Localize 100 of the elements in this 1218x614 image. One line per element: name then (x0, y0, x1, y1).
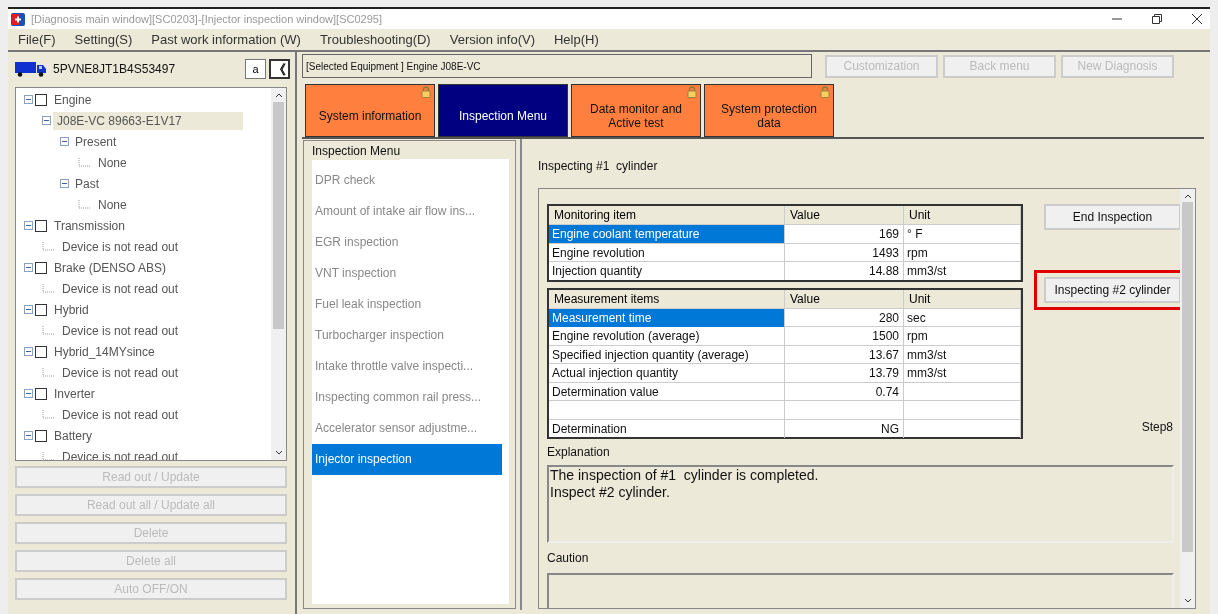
column-header: Value (785, 206, 904, 224)
tab[interactable]: System information (305, 84, 435, 137)
tree-item[interactable]: Inverter (50, 384, 99, 403)
table-cell: Actual injection quantity (549, 364, 785, 382)
menu-list-item[interactable]: Inspecting common rail press... (312, 382, 502, 413)
tree-item[interactable]: Past (71, 174, 103, 193)
tree-item[interactable]: None (94, 195, 131, 214)
table-cell: Determination value (549, 382, 785, 401)
menu-item[interactable]: Past work information (W) (151, 29, 301, 50)
truck-icon (15, 61, 47, 77)
checkbox[interactable] (35, 303, 47, 316)
table-cell: Determination (549, 419, 785, 438)
menu-list-item[interactable]: Injector inspection (312, 444, 502, 475)
collapse-icon[interactable] (24, 305, 33, 314)
column-header: Measurement items (549, 289, 785, 308)
table-cell: 14.88 (785, 262, 904, 280)
column-header: Value (785, 289, 904, 308)
restore-icon[interactable] (1152, 14, 1162, 24)
checkbox[interactable] (35, 345, 47, 358)
tree-connector-icon (42, 367, 56, 378)
inspection-button[interactable]: End Inspection (1044, 204, 1181, 230)
tree-item[interactable]: Device is not read out (58, 279, 183, 298)
collapse-icon[interactable] (24, 389, 33, 398)
tab[interactable]: System protection data (704, 84, 834, 137)
tab[interactable]: Data monitor and Active test (571, 84, 701, 137)
collapse-icon[interactable] (60, 179, 69, 188)
window-title: [Diagnosis main window][SC0203]-[Injector inspection window][SC0295] (31, 11, 382, 27)
scroll-up-icon[interactable] (274, 92, 283, 98)
column-header: Monitoring item (549, 206, 785, 224)
scroll-down-icon[interactable] (1183, 598, 1192, 604)
table-cell: Engine coolant temperature (549, 225, 785, 243)
tree-item[interactable]: Hybrid (50, 300, 93, 319)
tree-connector-icon (42, 283, 56, 294)
scroll-down-icon[interactable] (274, 450, 283, 456)
menu-item[interactable]: Help(H) (553, 29, 599, 50)
scrollbar[interactable] (1180, 189, 1195, 608)
menu-item[interactable]: Setting(S) (74, 29, 133, 50)
table-cell: Engine revolution (average) (549, 327, 785, 345)
tree-connector-icon (78, 157, 92, 168)
tree-connector-icon (42, 451, 56, 460)
collapse-icon[interactable] (60, 137, 69, 146)
collapse-icon[interactable] (42, 116, 51, 125)
checkbox[interactable] (35, 219, 47, 232)
menu-list-item[interactable]: DPR check (312, 165, 502, 196)
column-header: Unit (904, 289, 1021, 308)
explanation-box: The inspection of #1 cylinder is completed. Inspect #2 cylinder. (547, 465, 1174, 543)
tree-item[interactable]: None (94, 153, 131, 172)
collapse-icon[interactable] (24, 263, 33, 272)
tree-item[interactable]: J08E-VC 89663-E1V17 (53, 111, 243, 130)
collapse-icon[interactable] (24, 221, 33, 230)
menu-list-item[interactable]: VNT inspection (312, 258, 502, 289)
table-cell: mm3/st (904, 364, 1021, 382)
table-cell: NG (785, 419, 904, 438)
checkbox[interactable] (35, 261, 47, 274)
tree-item[interactable]: Hybrid_14MYsince (50, 342, 159, 361)
tree-item[interactable]: Device is not read out (58, 237, 183, 256)
inspection-button[interactable]: Inspecting #2 cylinder (1044, 277, 1181, 303)
menu-list-item[interactable]: Turbocharger inspection (312, 320, 502, 351)
tree-connector-icon (78, 199, 92, 210)
table-cell: Engine revolution (549, 243, 785, 262)
menu-list-item[interactable]: Intake throttle valve inspecti... (312, 351, 502, 382)
menu-item[interactable]: Troubleshooting(D) (319, 29, 431, 50)
tree-item[interactable]: Brake (DENSO ABS) (50, 258, 171, 277)
tree-connector-icon (42, 241, 56, 252)
menu-item[interactable]: File(F) (18, 29, 56, 50)
table-cell: 13.67 (785, 345, 904, 364)
checkbox[interactable] (35, 93, 47, 106)
collapse-icon[interactable] (24, 95, 33, 104)
tree-connector-icon (42, 325, 56, 336)
tree-item[interactable]: Device is not read out (58, 363, 183, 382)
font-button[interactable]: a (245, 59, 266, 79)
tree-item[interactable]: Device is not read out (58, 447, 183, 460)
menu-list-item[interactable]: Accelerator sensor adjustme... (312, 413, 502, 444)
table-cell: 13.79 (785, 364, 904, 382)
collapse-icon[interactable] (24, 347, 33, 356)
tree-item[interactable]: Battery (50, 426, 96, 445)
menu-list-item[interactable]: Amount of intake air flow ins... (312, 196, 502, 227)
app-logo-icon (11, 12, 25, 26)
scroll-up-icon[interactable] (1183, 193, 1192, 199)
menu-item[interactable]: Version info(V) (449, 29, 535, 50)
inspection-heading: Inspecting #1 cylinder (538, 158, 659, 175)
tree-item[interactable]: Transmission (50, 216, 129, 235)
table-cell: 1493 (785, 243, 904, 262)
tree-item[interactable]: Device is not read out (58, 321, 183, 340)
checkbox[interactable] (35, 429, 47, 442)
close-icon[interactable] (1192, 14, 1202, 24)
checkbox[interactable] (35, 387, 47, 400)
table-cell: Measurement time (549, 308, 785, 327)
collapse-panel-button[interactable]: 《 (269, 59, 290, 79)
table-cell: 169 (785, 225, 904, 243)
scrollbar[interactable] (271, 88, 286, 460)
section-label: Caution (547, 550, 590, 567)
tree-item[interactable]: Engine (50, 90, 96, 109)
tree-item[interactable]: Device is not read out (58, 405, 183, 424)
tree-item[interactable]: Present (71, 132, 121, 151)
menu-list-item[interactable]: Fuel leak inspection (312, 289, 502, 320)
menu-list-item[interactable]: EGR inspection (312, 227, 502, 258)
table-cell: sec (904, 308, 1021, 327)
tab[interactable]: Inspection Menu (438, 84, 568, 137)
collapse-icon[interactable] (24, 431, 33, 440)
